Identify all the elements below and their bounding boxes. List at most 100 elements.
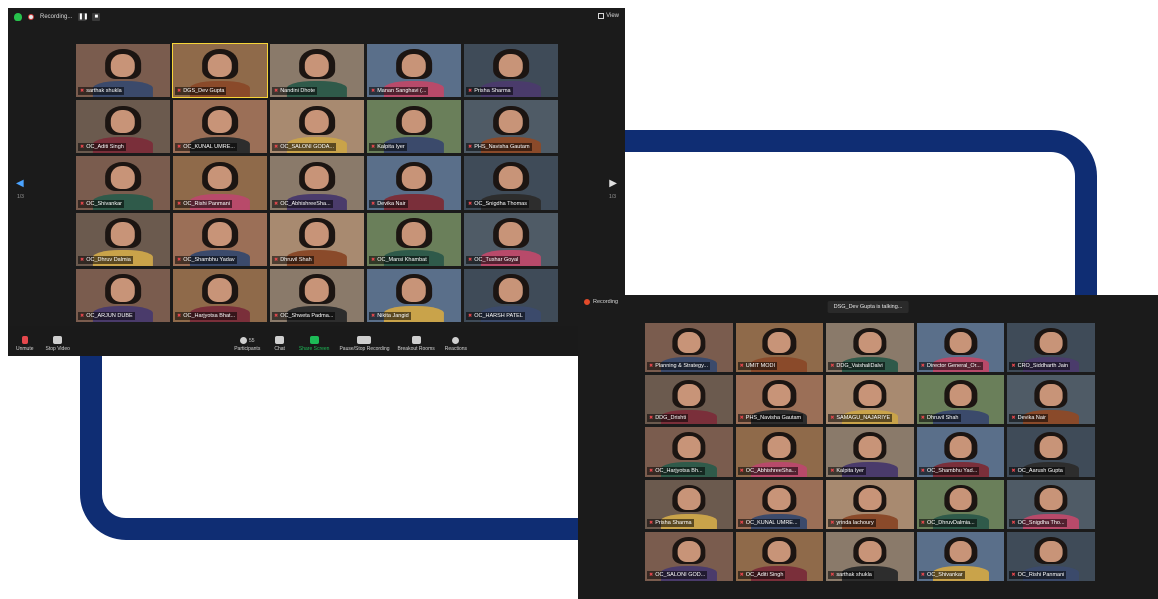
- participant-tile[interactable]: ✖ OC_Shweta Padma...: [270, 268, 364, 322]
- participant-tile[interactable]: ✖ OC_Tushar Goyal: [464, 212, 558, 266]
- participant-tile[interactable]: ✖ DGS_Dev Gupta: [172, 42, 268, 99]
- participant-name: OC_Tushar Goyal: [474, 256, 519, 263]
- muted-mic-icon: ✖: [649, 519, 654, 526]
- participant-tile[interactable]: ✖ CRO_Siddharth Jain: [1007, 323, 1095, 373]
- next-page-arrow-icon[interactable]: ▶: [609, 178, 617, 189]
- participant-name-label: ✖ OC_KUNAL UMRE...: [737, 518, 800, 527]
- participant-tile[interactable]: ✖ Nandini Dhote: [270, 44, 364, 98]
- participant-name: OC_DhruvDalmia...: [927, 519, 975, 526]
- participant-name-label: ✖ OC_AbhishreeSha...: [737, 466, 799, 475]
- participant-tile[interactable]: ✖ DDG_Drishti: [645, 375, 733, 425]
- participant-tile[interactable]: ✖ Kalpita Iyer: [826, 427, 914, 477]
- participant-tile[interactable]: ✖ OC_Dhruv Dalmia: [76, 212, 170, 266]
- stop-recording-icon[interactable]: ■: [92, 13, 101, 21]
- muted-mic-icon: ✖: [274, 88, 279, 95]
- participant-tile[interactable]: ✖ yrinda lachoury: [826, 479, 914, 529]
- participant-face: [677, 331, 701, 354]
- muted-mic-icon: ✖: [920, 415, 925, 422]
- participant-tile[interactable]: ✖ Director General_Or...: [916, 323, 1005, 373]
- participant-tile[interactable]: ✖ OC_AbhishreeSha...: [735, 427, 824, 477]
- muted-mic-icon: ✖: [177, 313, 182, 319]
- share-screen-button[interactable]: Share Screen: [299, 336, 329, 352]
- unmute-button[interactable]: Unmute: [16, 336, 34, 352]
- participant-tile[interactable]: ✖ OC_DhruvDalmia...: [916, 479, 1005, 529]
- participant-tile[interactable]: ✖ OC_Snigdha Thomas: [464, 156, 558, 210]
- participant-tile[interactable]: ✖ OC_SALONI GOD...: [645, 531, 733, 581]
- participant-tile[interactable]: ✖ SAMAGU_NAJARIYE: [826, 375, 914, 425]
- participant-tile[interactable]: ✖ OC_Shambhu Yad...: [916, 427, 1005, 477]
- breakout-rooms-button[interactable]: Breakout Rooms: [398, 336, 435, 352]
- participant-tile[interactable]: ✖ PHS_Navisha Gautam: [464, 100, 558, 154]
- reactions-button[interactable]: Reactions: [445, 337, 467, 352]
- participant-name: Director General_Or...: [927, 363, 981, 370]
- muted-mic-icon: ✖: [371, 144, 376, 151]
- participant-tile[interactable]: ✖ DDG_VaishaliDalvi: [826, 323, 914, 373]
- participant-tile[interactable]: ✖ OC_Harjyotsa Bhat...: [173, 268, 267, 322]
- participant-tile[interactable]: ✖ UMIT MODI: [735, 323, 824, 373]
- participant-tile[interactable]: ✖ Devika Nair: [1007, 375, 1095, 425]
- security-shield-icon[interactable]: [14, 13, 22, 21]
- participant-tile[interactable]: ✖ Kalpita Iyer: [367, 100, 461, 154]
- stop-video-button[interactable]: Stop Video: [46, 336, 70, 352]
- participant-tile[interactable]: ✖ OC_ARJUN DUBE: [76, 268, 170, 322]
- muted-mic-icon: ✖: [1011, 415, 1016, 422]
- participant-name: OC_Harjyotsa Bh...: [655, 467, 703, 474]
- chat-button[interactable]: Chat: [274, 336, 285, 352]
- participant-tile[interactable]: ✖ OC_Aarush Gupta: [1007, 427, 1095, 477]
- participant-name: OC_Snigdha Thomas: [474, 200, 527, 207]
- participants-button[interactable]: 55 Participants: [234, 337, 260, 352]
- participant-face: [110, 278, 136, 302]
- gallery-view-icon: [598, 13, 605, 19]
- participant-tile[interactable]: ✖ PHS_Navisha Gautam: [735, 375, 824, 425]
- participant-tile[interactable]: ✖ Planning & Strategy...: [645, 323, 733, 373]
- participant-tile[interactable]: ✖ Prisha Sharma: [645, 479, 733, 529]
- muted-mic-icon: ✖: [920, 572, 925, 578]
- participant-tile[interactable]: ✖ OC_Rishi Panmani: [173, 156, 267, 210]
- participant-tile[interactable]: ✖ OC_Aditi Singh: [76, 100, 170, 154]
- participant-name-label: ✖ OC_Shweta Padma...: [272, 312, 336, 320]
- participant-name: OC_Aditi Singh: [745, 572, 784, 578]
- participant-tile[interactable]: ✖ OC_Harjyotsa Bh...: [645, 427, 733, 477]
- participant-tile[interactable]: ✖ Dhruvil Shah: [270, 212, 364, 266]
- muted-mic-icon: ✖: [177, 144, 182, 151]
- muted-mic-icon: ✖: [920, 519, 925, 526]
- participant-tile[interactable]: ✖ OC_Shivankar: [76, 156, 170, 210]
- participant-name: Dhruvil Shah: [280, 256, 312, 263]
- participant-tile[interactable]: ✖ OC_Aditi Singh: [735, 531, 824, 581]
- view-button[interactable]: View: [598, 13, 619, 19]
- participant-tile[interactable]: ✖ Nikita Jangid: [367, 268, 461, 322]
- participant-tile[interactable]: ✖ OC_Rishi Panmani: [1007, 531, 1095, 581]
- participant-tile[interactable]: ✖ sarthak shukla: [826, 531, 914, 581]
- participant-tile[interactable]: ✖ OC_Snigdha Tho...: [1007, 479, 1095, 529]
- participant-name-label: ✖ Director General_Or...: [918, 362, 983, 371]
- participant-tile[interactable]: ✖ OC_Shambhu Yadav: [173, 212, 267, 266]
- pause-stop-recording-button[interactable]: Pause/Stop Recording: [339, 336, 390, 352]
- participant-tile[interactable]: ✖ OC_AbhishreeSha...: [270, 156, 364, 210]
- pause-recording-icon[interactable]: ❚❚: [78, 13, 88, 21]
- muted-mic-icon: ✖: [371, 200, 376, 207]
- muted-mic-icon: ✖: [649, 572, 654, 578]
- participant-name-label: ✖ Nandini Dhote: [272, 87, 318, 96]
- participant-tile[interactable]: ✖ OC_HARSH PATEL: [464, 268, 558, 322]
- participant-name: OC_ARJUN DUBE: [86, 313, 133, 319]
- participant-tile[interactable]: ✖ Manan Sanghavi (...: [367, 44, 461, 98]
- participant-tile[interactable]: ✖ sarthak shukla: [76, 44, 170, 98]
- participant-tile[interactable]: ✖ OC_KUNAL UMRE...: [173, 100, 267, 154]
- pause-stop-icon: [357, 336, 372, 344]
- participant-face: [498, 278, 524, 302]
- participant-tile[interactable]: ✖ OC_KUNAL UMRE...: [735, 479, 824, 529]
- video-camera-icon: [53, 336, 63, 344]
- previous-page-arrow-icon[interactable]: ◀: [16, 178, 24, 189]
- participant-tile[interactable]: ✖ OC_SALONI GODA...: [270, 100, 364, 154]
- participant-tile[interactable]: ✖ OC_Mansi Khambat: [367, 212, 461, 266]
- recording-label-2: Recording: [593, 299, 619, 305]
- muted-mic-icon: ✖: [177, 256, 182, 263]
- participant-tile[interactable]: ✖ OC_Shivankar: [916, 531, 1005, 581]
- muted-mic-icon: ✖: [80, 313, 85, 319]
- participant-tile[interactable]: ✖ Dhruvil Shah: [916, 375, 1005, 425]
- participant-tile[interactable]: ✖ Prisha Sharma: [464, 44, 558, 98]
- participant-name: Kalpita Iyer: [836, 467, 864, 474]
- participant-face: [207, 165, 233, 190]
- participant-tile[interactable]: ✖ Devika Nair: [367, 156, 461, 210]
- meeting-toolbar: Unmute Stop Video 55 Participants Chat S…: [8, 326, 625, 356]
